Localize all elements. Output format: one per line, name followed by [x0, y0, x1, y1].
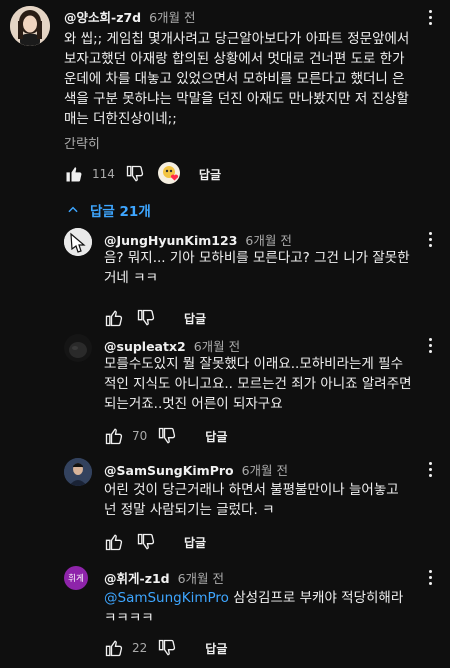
avatar[interactable] — [64, 458, 92, 486]
reply-item: @JungHyunKim123 6개월 전 음? 뭐지... 기아 모하비를 모… — [0, 226, 450, 328]
author-name[interactable]: @SamSungKimPro — [104, 463, 234, 478]
comment-time[interactable]: 6개월 전 — [149, 10, 195, 25]
avatar[interactable] — [10, 6, 50, 46]
comment-text: 어린 것이 당근거래나 하면서 불평불만이나 늘어놓고 넌 정말 사람되기는 글… — [104, 482, 399, 518]
avatar[interactable] — [64, 334, 92, 362]
reply-button[interactable]: 답글 — [199, 166, 221, 183]
more-vert-icon[interactable] — [427, 231, 433, 247]
replies-count-label: 답글 21개 — [90, 204, 151, 220]
thumb-down-icon[interactable] — [157, 426, 177, 446]
avatar-initials: 휘게 — [68, 574, 84, 584]
main-comment: @양소희-z7d 6개월 전 와 씹;; 게임칩 몇개사려고 당근알아보다가 아… — [0, 0, 450, 200]
thumb-up-icon[interactable] — [104, 638, 124, 658]
comment-header: @휘게-z1d 6개월 전 — [104, 568, 224, 587]
comment-time[interactable]: 6개월 전 — [245, 233, 291, 248]
more-vert-icon[interactable] — [427, 9, 433, 25]
comment-actions: 70 답글 — [104, 426, 227, 446]
avatar[interactable] — [64, 228, 92, 256]
thumb-up-icon[interactable] — [104, 426, 124, 446]
comment-time[interactable]: 6개월 전 — [242, 463, 288, 478]
avatar[interactable]: 휘게 — [64, 566, 88, 590]
comment-time[interactable]: 6개월 전 — [178, 571, 224, 586]
comment-actions: 22 답글 — [104, 638, 227, 658]
more-vert-icon[interactable] — [427, 569, 433, 585]
reply-button[interactable]: 답글 — [205, 428, 227, 445]
comment-text: 모를수도있지 뭘 잘못했다 이래요..모하비라는게 필수적인 지식도 아니고요.… — [104, 356, 412, 412]
like-count: 70 — [132, 429, 148, 443]
more-vert-icon[interactable] — [427, 337, 433, 353]
comment-header: @JungHyunKim123 6개월 전 — [104, 230, 292, 249]
comment-actions: 답글 — [104, 308, 206, 328]
reply-item: @supleatx2 6개월 전 모를수도있지 뭘 잘못했다 이래요..모하비라… — [0, 334, 450, 454]
comment-text: 음? 뭐지... 기아 모하비를 모른다고? 그건 니가 잘못한거네 ㅋㅋ — [104, 250, 410, 286]
thumb-up-icon[interactable] — [64, 164, 84, 184]
replies-toggle-button[interactable]: 답글 21개 — [66, 200, 151, 220]
comment-text: 와 씹;; 게임칩 몇개사려고 당근알아보다가 아파트 정문앞에서 보자고했던 … — [64, 31, 410, 127]
comment-time[interactable]: 6개월 전 — [194, 339, 240, 354]
thumb-up-icon[interactable] — [104, 308, 124, 328]
comment-actions: 답글 — [104, 532, 206, 552]
reply-button[interactable]: 답글 — [184, 534, 206, 551]
mention-link[interactable]: @SamSungKimPro — [104, 590, 229, 606]
thumb-up-icon[interactable] — [104, 532, 124, 552]
author-name[interactable]: @휘게-z1d — [104, 571, 170, 586]
chevron-up-icon — [68, 206, 78, 213]
thumb-down-icon[interactable] — [136, 308, 156, 328]
like-count: 114 — [92, 167, 115, 181]
thumb-down-icon[interactable] — [157, 638, 177, 658]
comment-text: @SamSungKimPro 삼성김프로 부캐야 적당히해라 ㅋㅋㅋㅋ — [104, 588, 414, 628]
read-less-button[interactable]: 간략히 — [64, 133, 100, 152]
comment-actions: 114 답글 — [64, 161, 221, 187]
like-count: 22 — [132, 641, 148, 655]
comment-header: @SamSungKimPro 6개월 전 — [104, 460, 288, 479]
reply-item: 휘게 @휘게-z1d 6개월 전 @SamSungKimPro 삼성김프로 부캐… — [0, 566, 450, 666]
comment-header: @양소희-z7d 6개월 전 — [64, 7, 196, 26]
reply-item: @SamSungKimPro 6개월 전 어린 것이 당근거래나 하면서 불평불… — [0, 458, 450, 558]
thumb-down-icon[interactable] — [125, 164, 145, 184]
more-vert-icon[interactable] — [427, 461, 433, 477]
author-name[interactable]: @JungHyunKim123 — [104, 233, 237, 248]
author-name[interactable]: @양소희-z7d — [64, 10, 141, 25]
reply-button[interactable]: 답글 — [205, 640, 227, 657]
creator-heart-icon — [157, 161, 183, 187]
thumb-down-icon[interactable] — [136, 532, 156, 552]
comment-header: @supleatx2 6개월 전 — [104, 336, 240, 355]
reply-button[interactable]: 답글 — [184, 310, 206, 327]
author-name[interactable]: @supleatx2 — [104, 339, 186, 354]
